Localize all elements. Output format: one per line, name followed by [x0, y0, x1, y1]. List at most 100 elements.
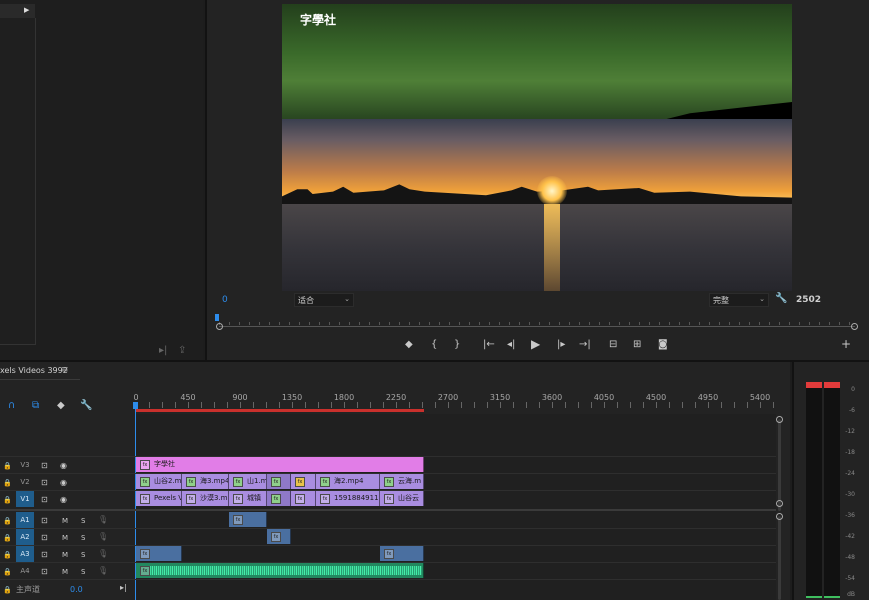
lock-icon[interactable]: 🔒 [3, 585, 12, 595]
video-clip[interactable]: fx [291, 491, 316, 506]
go-to-out-icon[interactable]: →| [579, 340, 591, 350]
vertical-scrollbar-audio[interactable] [778, 516, 781, 600]
vertical-scrollbar[interactable] [778, 419, 781, 511]
mute-button[interactable]: M [62, 516, 68, 526]
sync-lock-icon[interactable]: ⊡ [41, 567, 48, 577]
video-clip[interactable]: fx 云海.m [380, 474, 424, 489]
video-clip[interactable]: fx 海2.mp4 [316, 474, 380, 489]
track-label-v3[interactable]: V3 [16, 457, 34, 473]
mark-in-icon[interactable]: { [431, 340, 437, 350]
sync-lock-icon[interactable]: ⊡ [41, 461, 48, 471]
panel-expand-arrow-icon[interactable]: ▶ [24, 6, 29, 14]
track-label-v2[interactable]: V2 [16, 474, 34, 490]
video-clip[interactable]: fx 1591884911125_ [316, 491, 380, 506]
audio-clip-a3[interactable]: fx [380, 546, 424, 561]
linked-selection-icon[interactable]: ⧉ [32, 401, 39, 411]
microphone-icon[interactable]: 🎙 [98, 532, 108, 542]
clip-label: 云海.m [398, 477, 422, 485]
master-volume-value[interactable]: 0.0 [70, 585, 83, 594]
track-label-v1[interactable]: V1 [16, 491, 34, 507]
audio-clip-a1[interactable]: fx [229, 512, 267, 527]
lift-icon[interactable]: ⊟ [609, 340, 617, 350]
wrench-icon[interactable]: 🔧 [775, 294, 787, 304]
go-to-end-icon[interactable]: ▸| [120, 583, 127, 593]
sync-lock-icon[interactable]: ⊡ [41, 516, 48, 526]
solo-button[interactable]: S [81, 516, 85, 526]
microphone-icon[interactable]: 🎙 [98, 515, 108, 525]
add-button-icon[interactable]: + [841, 338, 851, 350]
video-clip[interactable]: fx [267, 474, 291, 489]
video-clip[interactable]: fx 山谷云 [380, 491, 424, 506]
solo-button[interactable]: S [81, 533, 85, 543]
sync-lock-icon[interactable]: ⊡ [41, 533, 48, 543]
sync-lock-icon[interactable]: ⊡ [41, 550, 48, 560]
microphone-icon[interactable]: 🎙 [98, 549, 108, 559]
track-label-a1[interactable]: A1 [16, 512, 34, 528]
timeline-ruler[interactable] [136, 402, 776, 408]
lock-icon[interactable]: 🔒 [3, 495, 12, 505]
scrub-handle-right[interactable] [851, 323, 858, 330]
audio-clip-a2[interactable]: fx [267, 529, 291, 544]
sync-lock-icon[interactable]: ⊡ [41, 478, 48, 488]
lock-icon[interactable]: 🔒 [3, 478, 12, 488]
export-frame-small-icon[interactable]: ⇪ [178, 346, 186, 356]
lock-icon[interactable]: 🔒 [3, 533, 12, 543]
work-area-bar[interactable] [136, 409, 424, 412]
scroll-handle-top-audio[interactable] [776, 513, 783, 520]
lock-icon[interactable]: 🔒 [3, 550, 12, 560]
lock-icon[interactable]: 🔒 [3, 567, 12, 577]
track-label-a3[interactable]: A3 [16, 546, 34, 562]
solo-button[interactable]: S [81, 567, 85, 577]
add-marker-icon[interactable]: ◆ [405, 340, 413, 350]
video-clip[interactable]: fx [291, 474, 316, 489]
sequence-menu-icon[interactable]: ≡ [61, 365, 69, 375]
scrub-handle-left[interactable] [216, 323, 223, 330]
clip-label: 海3.mp4 [200, 477, 229, 485]
eye-icon[interactable]: ◉ [60, 478, 67, 488]
zoom-select[interactable]: 适合 ⌄ [294, 293, 354, 307]
scroll-handle-bottom[interactable] [776, 500, 783, 507]
play-icon[interactable]: ▶ [531, 338, 540, 350]
meter-bar-right [824, 382, 840, 598]
scroll-handle-top[interactable] [776, 416, 783, 423]
step-back-icon[interactable]: ◂| [507, 340, 515, 350]
step-forward-icon[interactable]: |▸ [557, 340, 565, 350]
timeline-playhead-head[interactable] [133, 402, 138, 409]
mute-button[interactable]: M [62, 550, 68, 560]
fx-badge-icon: fx [140, 566, 150, 576]
sync-lock-icon[interactable]: ⊡ [41, 495, 48, 505]
title-clip[interactable]: fx 字學社 [136, 457, 424, 472]
eye-icon[interactable]: ◉ [60, 495, 67, 505]
extract-icon[interactable]: ⊞ [633, 340, 641, 350]
play-in-out-icon[interactable]: ▸| [159, 346, 167, 356]
lock-icon[interactable]: 🔒 [3, 516, 12, 526]
video-clip[interactable]: fx 山谷2.mp4 [136, 474, 182, 489]
audio-clip-a4[interactable]: fx [136, 563, 424, 578]
quality-select[interactable]: 完整 ⌄ [709, 293, 769, 307]
video-clip[interactable]: fx Pexels Vid [136, 491, 182, 506]
scrub-ruler[interactable] [219, 318, 855, 325]
video-clip[interactable]: fx 沙漠3.mp4 [182, 491, 229, 506]
audio-clip-a3[interactable]: fx [136, 546, 182, 561]
eye-icon[interactable]: ◉ [60, 461, 67, 471]
scrub-bar[interactable] [219, 326, 855, 327]
timeline-settings-wrench-icon[interactable]: 🔧 [80, 401, 92, 411]
video-clip[interactable]: fx 海3.mp4 [182, 474, 229, 489]
mute-button[interactable]: M [62, 533, 68, 543]
add-marker-timeline-icon[interactable]: ◆ [57, 401, 65, 411]
video-clip[interactable]: fx 城镇 [229, 491, 267, 506]
mute-button[interactable]: M [62, 567, 68, 577]
go-to-in-icon[interactable]: |← [483, 340, 495, 350]
track-label-a2[interactable]: A2 [16, 529, 34, 545]
sequence-title[interactable]: xels Videos 3992 [0, 366, 68, 375]
camera-icon[interactable]: ◙ [658, 340, 668, 350]
microphone-icon[interactable]: 🎙 [98, 566, 108, 576]
video-clip[interactable]: fx 山1.m [229, 474, 267, 489]
lock-icon[interactable]: 🔒 [3, 461, 12, 471]
track-label-a4[interactable]: A4 [16, 563, 34, 579]
video-clip[interactable]: fx [267, 491, 291, 506]
mark-out-icon[interactable]: } [454, 340, 460, 350]
timecode-left[interactable]: 0 [222, 295, 228, 305]
solo-button[interactable]: S [81, 550, 85, 560]
snap-magnet-icon[interactable]: ∩ [8, 401, 15, 411]
